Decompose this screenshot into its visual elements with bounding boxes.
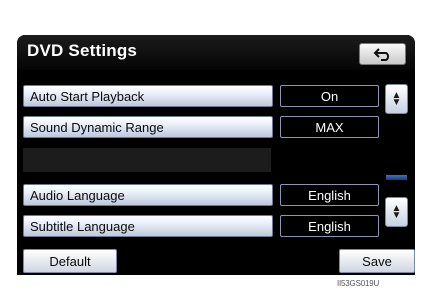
sound-dynamic-range-value[interactable]: MAX bbox=[280, 116, 379, 138]
back-button[interactable] bbox=[359, 43, 406, 65]
auto-start-playback-value[interactable]: On bbox=[280, 85, 379, 107]
dvd-settings-screen: DVD Settings Auto Start Playback On Soun… bbox=[17, 35, 415, 275]
figure-code: II53GS019U bbox=[337, 279, 380, 288]
save-button[interactable]: Save bbox=[339, 249, 415, 273]
header-bar: DVD Settings bbox=[17, 35, 415, 70]
page-title: DVD Settings bbox=[27, 41, 138, 60]
default-button[interactable]: Default bbox=[23, 249, 117, 273]
scroll-track[interactable] bbox=[386, 115, 407, 195]
scroll-up-button[interactable]: ▲ ▼ bbox=[385, 84, 408, 114]
back-arrow-icon bbox=[373, 48, 389, 61]
audio-language-button[interactable]: Audio Language bbox=[23, 184, 273, 206]
auto-start-playback-button[interactable]: Auto Start Playback bbox=[23, 85, 273, 107]
subtitle-language-button[interactable]: Subtitle Language bbox=[23, 215, 273, 237]
scroll-up-icon: ▲ ▼ bbox=[391, 90, 402, 108]
empty-row bbox=[23, 148, 271, 172]
scroll-thumb[interactable] bbox=[386, 175, 407, 180]
subtitle-language-value[interactable]: English bbox=[280, 215, 379, 237]
scroll-down-button[interactable]: ▲ ▼ bbox=[385, 197, 408, 227]
scroll-down-icon: ▲ ▼ bbox=[391, 203, 402, 221]
audio-language-value[interactable]: English bbox=[280, 184, 379, 206]
sound-dynamic-range-button[interactable]: Sound Dynamic Range bbox=[23, 116, 273, 138]
